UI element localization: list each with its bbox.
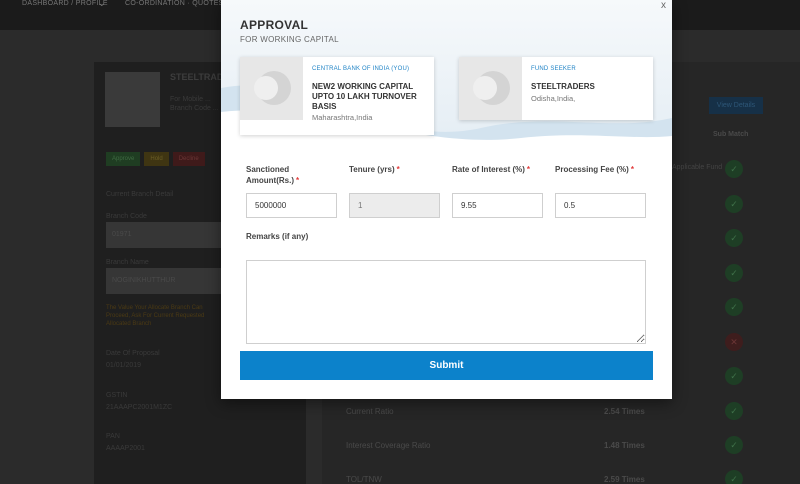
- table-row-label: Current Ratio: [346, 407, 394, 416]
- sanctioned-amount-label-text: Sanctioned Amount(Rs.): [246, 165, 294, 185]
- required-mark: *: [630, 165, 634, 174]
- check-icon: ✓: [725, 470, 743, 484]
- tenure-label-text: Tenure (yrs): [349, 165, 395, 174]
- gstin-label: GSTIN: [106, 392, 128, 399]
- branch-name-label: Branch Name: [106, 259, 149, 266]
- check-icon: ✓: [725, 367, 743, 385]
- processing-fee-input[interactable]: [555, 193, 646, 218]
- view-details-button[interactable]: View Details: [709, 97, 763, 114]
- lender-card: CENTRAL BANK OF INDIA (YOU) NEW2 WORKING…: [240, 57, 434, 135]
- branch-name-field[interactable]: NOGINIKHUTTHUR: [106, 268, 221, 294]
- rate-of-interest-input[interactable]: [452, 193, 543, 218]
- date-of-proposal-value: 01/01/2019: [106, 362, 142, 369]
- remarks-label: Remarks (if any): [246, 232, 309, 241]
- pan-value: AAAAP2001: [106, 445, 145, 452]
- gstin-value: 21AAAPC2001M1ZC: [106, 404, 173, 411]
- chevron-down-icon[interactable]: ⌄: [98, 0, 106, 9]
- table-row-label: TOL/TNW: [346, 475, 382, 484]
- tenure-input: [349, 193, 440, 218]
- check-icon: ✓: [725, 264, 743, 282]
- cross-icon: ✕: [725, 333, 743, 351]
- branch-warning-text: The Value Your Allocate Branch Can Proce…: [106, 305, 205, 327]
- lender-role: CENTRAL BANK OF INDIA (YOU): [312, 66, 410, 72]
- processing-fee-label-text: Processing Fee (%): [555, 165, 629, 174]
- approval-modal: x APPROVAL FOR WORKING CAPITAL CENTRAL B…: [221, 0, 672, 399]
- seeker-location: Odisha,India,: [531, 94, 576, 103]
- seeker-role: FUND SEEKER: [531, 66, 576, 72]
- required-mark: *: [296, 176, 300, 185]
- check-icon: ✓: [725, 436, 743, 454]
- bank-logo-placeholder: [240, 57, 303, 120]
- branch-code-field[interactable]: 01971: [106, 222, 221, 248]
- status-column-header: Sub Match: [713, 131, 749, 138]
- submit-button[interactable]: Submit: [240, 351, 653, 380]
- branch-code-value: 01971: [112, 231, 132, 238]
- modal-title: APPROVAL: [240, 18, 309, 32]
- table-row-value: 2.59 Times: [604, 475, 645, 484]
- tenure-label: Tenure (yrs) *: [349, 164, 400, 175]
- side-value-text: Applicable Fund: [672, 164, 723, 171]
- check-icon: ✓: [725, 402, 743, 420]
- pan-label: PAN: [106, 433, 120, 440]
- check-icon: ✓: [725, 229, 743, 247]
- table-row-value: 1.48 Times: [604, 441, 645, 450]
- close-icon[interactable]: x: [661, 0, 666, 11]
- action-tags: Approve Hold Decline: [106, 152, 205, 166]
- seeker-name: STEELTRADERS: [531, 82, 595, 91]
- approve-tag[interactable]: Approve: [106, 152, 141, 166]
- lender-name: NEW2 WORKING CAPITAL UPTO 10 LAKH TURNOV…: [312, 82, 417, 111]
- processing-fee-label: Processing Fee (%) *: [555, 164, 634, 175]
- rate-of-interest-label-text: Rate of Interest (%): [452, 165, 525, 174]
- required-mark: *: [526, 165, 531, 174]
- modal-subtitle: FOR WORKING CAPITAL: [240, 35, 339, 44]
- company-subtitle-2: Branch Code ...: [170, 105, 219, 112]
- required-mark: *: [396, 165, 400, 174]
- lender-location: Maharashtra,India: [312, 113, 373, 122]
- remarks-textarea[interactable]: [246, 260, 646, 344]
- current-branch-label: Current Branch Detail: [106, 191, 174, 198]
- table-row-value: 2.54 Times: [604, 407, 645, 416]
- logo-placeholder-icon: [254, 71, 291, 105]
- sanctioned-amount-label: Sanctioned Amount(Rs.) *: [246, 164, 326, 186]
- date-of-proposal-label: Date Of Proposal: [106, 350, 160, 357]
- hold-tag[interactable]: Hold: [144, 152, 169, 166]
- company-title: STEELTRAD: [170, 72, 224, 82]
- company-avatar: [105, 72, 160, 127]
- check-icon: ✓: [725, 160, 743, 178]
- check-icon: ✓: [725, 298, 743, 316]
- sanctioned-amount-input[interactable]: [246, 193, 337, 218]
- seeker-card: FUND SEEKER STEELTRADERS Odisha,India,: [459, 57, 653, 120]
- decline-tag[interactable]: Decline: [172, 152, 205, 166]
- company-subtitle: For Mobile ...: [170, 96, 211, 103]
- branch-name-value: NOGINIKHUTTHUR: [112, 277, 176, 284]
- logo-placeholder-icon: [473, 71, 510, 105]
- seeker-logo-placeholder: [459, 57, 522, 120]
- rate-of-interest-label: Rate of Interest (%) *: [452, 164, 530, 175]
- branch-code-label: Branch Code: [106, 213, 147, 220]
- check-icon: ✓: [725, 195, 743, 213]
- nav-link[interactable]: CO-ORDINATION · QUOTES: [125, 0, 224, 7]
- table-row-label: Interest Coverage Ratio: [346, 441, 431, 450]
- nav-breadcrumb[interactable]: DASHBOARD / PROFILE: [22, 0, 108, 7]
